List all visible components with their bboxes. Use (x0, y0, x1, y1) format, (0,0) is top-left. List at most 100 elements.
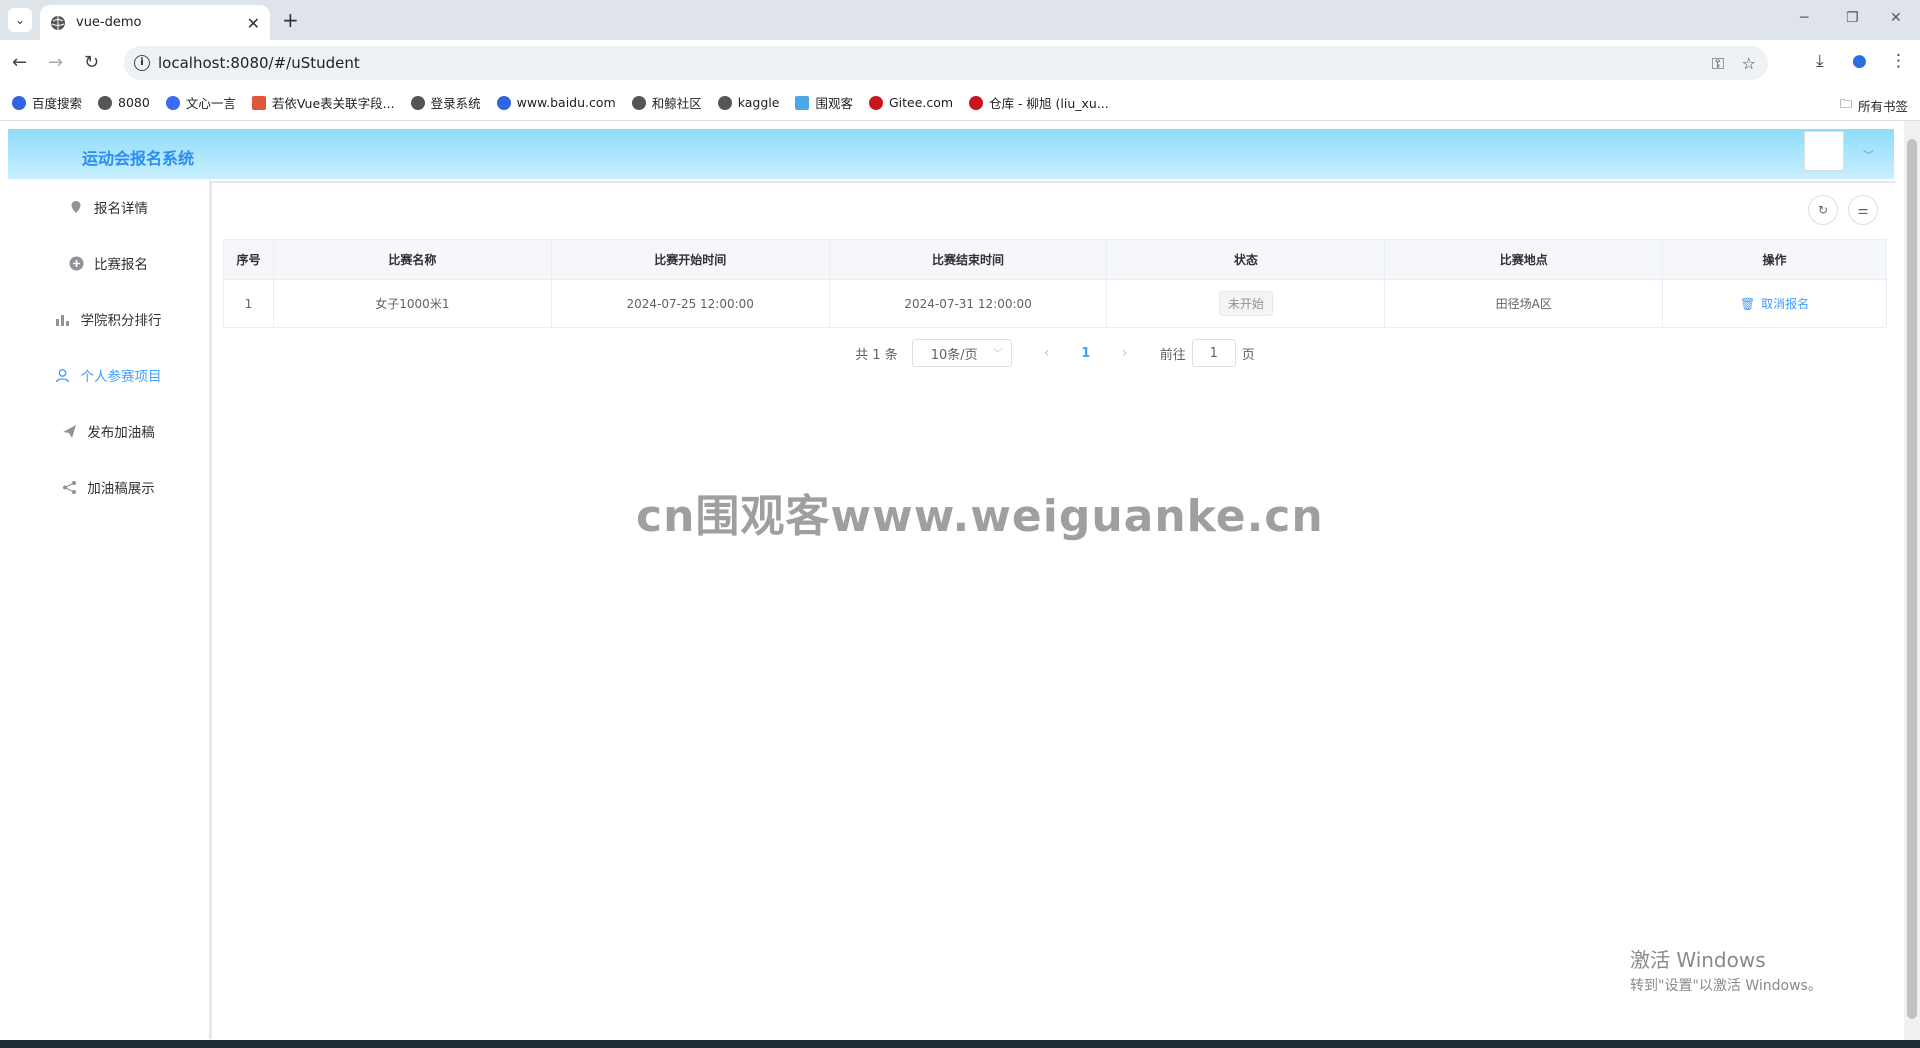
globe-icon (51, 15, 65, 30)
chevron-down-icon: ﹀ (992, 349, 1003, 360)
column-settings-button[interactable]: ⚌ (1848, 195, 1878, 225)
cell-action: 🗑 取消报名 (1662, 279, 1887, 328)
next-page-icon[interactable]: › (1110, 345, 1140, 361)
column-header: 比赛开始时间 (550, 239, 830, 280)
column-header: 比赛结束时间 (828, 239, 1108, 280)
sliders-icon: ⚌ (1857, 203, 1869, 217)
plus-circle-icon (68, 255, 84, 271)
table-header-row: 序号 比赛名称 比赛开始时间 比赛结束时间 状态 比赛地点 操作 (223, 239, 1887, 280)
windows-activation-notice: 激活 Windows 转到"设置"以激活 Windows。 (1630, 948, 1822, 994)
cell-status: 未开始 (1106, 279, 1386, 328)
wenxin-icon (165, 95, 180, 110)
page-size-select[interactable]: 10条/页 ﹀ (911, 339, 1012, 367)
password-key-icon[interactable]: ⚿ (1712, 54, 1724, 74)
sidebar-item-competition-signup[interactable]: 比赛报名 (8, 243, 208, 283)
browser-menu-icon[interactable]: ⋮ (1890, 51, 1907, 71)
gitee-icon (969, 95, 984, 110)
cell-end-time: 2024-07-31 12:00:00 (828, 279, 1108, 328)
cell-location: 田径场A区 (1384, 279, 1664, 328)
address-bar-row: ← → ↻ i localhost:8080/#/uStudent ⚿ ☆ ⤓ … (0, 40, 1920, 85)
back-icon[interactable]: ← (12, 52, 27, 73)
cell-name: 女子1000米1 (272, 279, 552, 328)
forward-icon[interactable]: → (48, 52, 63, 73)
bookmark-item[interactable]: 百度搜索 (12, 93, 82, 112)
globe-icon (98, 95, 113, 110)
pagination: 共 1 条 10条/页 ﹀ ‹ 1 › 前往 1 页 (212, 339, 1898, 367)
site-info-icon[interactable]: i (134, 55, 150, 71)
bookmark-item[interactable]: 围观客 (795, 93, 853, 112)
bookmark-star-icon[interactable]: ☆ (1742, 54, 1756, 73)
profile-icon[interactable]: ● (1852, 51, 1867, 71)
bookmark-item[interactable]: 8080 (98, 95, 150, 110)
watermark-text: cn围观客www.weiguanke.cn (636, 491, 1324, 542)
reload-icon[interactable]: ↻ (84, 52, 99, 73)
restore-icon[interactable]: ❐ (1846, 10, 1859, 26)
refresh-button[interactable]: ↻ (1808, 195, 1838, 225)
sidebar-item-cheer-showcase[interactable]: 加油稿展示 (8, 467, 208, 507)
bookmark-item[interactable]: Gitee.com (868, 95, 953, 110)
cancel-registration-button[interactable]: 🗑 取消报名 (1740, 297, 1809, 311)
column-header: 比赛名称 (272, 239, 552, 280)
browser-tab-bar: ⌄ vue-demo ✕ + ─ ❐ ✕ (0, 0, 1920, 40)
bookmark-item[interactable]: 仓库 - 柳旭 (liu_xu... (969, 93, 1109, 112)
app-title: 运动会报名系统 (82, 149, 195, 168)
bookmark-item[interactable]: 文心一言 (165, 93, 236, 112)
trash-icon: 🗑 (1739, 297, 1756, 311)
send-icon (61, 423, 77, 439)
table-row: 1 女子1000米1 2024-07-25 12:00:00 2024-07-3… (223, 279, 1887, 328)
bookmark-item[interactable]: 和鲸社区 (631, 93, 702, 112)
share-icon (61, 479, 77, 495)
url-text: localhost:8080/#/uStudent (158, 54, 360, 72)
folder-icon: 🗀 (1839, 96, 1852, 111)
page-scrollbar[interactable] (1904, 121, 1920, 1040)
main-content: ↻ ⚌ 序号 比赛名称 比赛开始时间 比赛结束时间 状态 比赛地点 操作 1 女… (210, 181, 1896, 1039)
globe-icon (410, 95, 425, 110)
tab-title: vue-demo (76, 15, 142, 30)
goto-page-input[interactable]: 1 (1191, 339, 1236, 367)
column-header: 状态 (1106, 239, 1386, 280)
bookmark-item[interactable]: 若依Vue表关联字段... (251, 93, 395, 112)
new-tab-button[interactable]: + (282, 8, 299, 32)
pagination-total: 共 1 条 (855, 347, 898, 363)
chevron-down-icon[interactable]: ﹀ (1863, 147, 1874, 163)
globe-icon (631, 95, 646, 110)
avatar[interactable] (1804, 131, 1844, 171)
cell-start-time: 2024-07-25 12:00:00 (550, 279, 830, 328)
prev-page-icon[interactable]: ‹ (1032, 345, 1062, 361)
events-table: 序号 比赛名称 比赛开始时间 比赛结束时间 状态 比赛地点 操作 1 女子100… (223, 239, 1887, 328)
sidebar-item-my-events[interactable]: 个人参赛项目 (8, 355, 208, 395)
windows-taskbar (0, 1040, 1920, 1048)
bookmark-item[interactable]: www.baidu.com (496, 95, 616, 110)
app-header: 运动会报名系统 ﹀ (8, 129, 1894, 179)
sidebar-item-college-ranking[interactable]: 学院积分排行 (8, 299, 208, 339)
page-number[interactable]: 1 (1062, 346, 1110, 361)
jianshu-icon (251, 95, 266, 110)
url-field[interactable]: i localhost:8080/#/uStudent ⚿ ☆ (124, 46, 1768, 80)
refresh-icon: ↻ (1817, 203, 1829, 217)
sidebar-item-post-cheer[interactable]: 发布加油稿 (8, 411, 208, 451)
sidebar-item-registration-details[interactable]: 报名详情 (8, 187, 208, 227)
status-badge: 未开始 (1218, 291, 1273, 316)
tab-search-button[interactable]: ⌄ (8, 8, 32, 32)
download-icon[interactable]: ⤓ (1816, 51, 1824, 71)
page-jumper: 前往 1 页 (1160, 339, 1255, 367)
close-window-icon[interactable]: ✕ (1890, 10, 1902, 26)
bar-chart-icon (55, 311, 71, 327)
column-header: 比赛地点 (1384, 239, 1664, 280)
all-bookmarks-button[interactable]: 🗀 所有书签 (1839, 95, 1908, 116)
gitee-icon (868, 95, 883, 110)
scrollbar-thumb[interactable] (1907, 139, 1917, 1019)
baidu-icon (12, 95, 26, 110)
column-header: 操作 (1662, 239, 1887, 280)
location-pin-icon (68, 199, 84, 215)
globe-icon (717, 95, 732, 110)
close-tab-icon[interactable]: ✕ (247, 14, 260, 33)
minimize-icon[interactable]: ─ (1800, 10, 1808, 26)
bookmarks-bar: 百度搜索 8080 文心一言 若依Vue表关联字段... 登录系统 www.ba… (0, 85, 1920, 121)
bookmark-item[interactable]: 登录系统 (410, 93, 481, 112)
sidebar: 报名详情 比赛报名 学院积分排行 个人参赛项目 发布加油稿 加油稿展示 (8, 179, 210, 1039)
cell-index: 1 (223, 279, 274, 328)
column-header: 序号 (223, 239, 274, 280)
browser-tab[interactable]: vue-demo ✕ (40, 5, 270, 40)
bookmark-item[interactable]: kaggle (717, 95, 779, 110)
